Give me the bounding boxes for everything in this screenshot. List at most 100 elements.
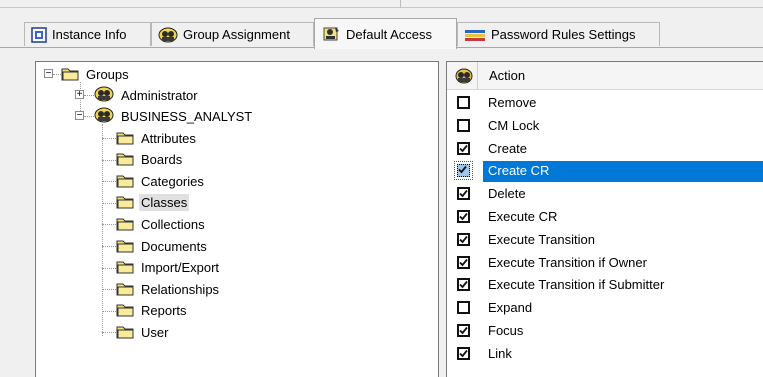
collapse-business-analyst-toggle[interactable]: − — [75, 111, 84, 121]
access-icon — [321, 25, 341, 43]
folder-icon — [61, 65, 79, 84]
top-divider-tick — [400, 0, 401, 8]
tree-connector — [102, 159, 116, 161]
tree-node-attributes[interactable]: Attributes — [116, 128, 198, 148]
expand-administrator-toggle[interactable]: + — [75, 90, 84, 100]
folder-icon — [116, 280, 134, 299]
tree-node-import-export[interactable]: Import/Export — [116, 258, 221, 278]
checked-checkbox[interactable] — [454, 161, 473, 181]
tree-node-relationships[interactable]: Relationships — [116, 279, 221, 299]
checked-checkbox[interactable] — [457, 324, 470, 337]
tree-label: Import/Export — [141, 260, 220, 276]
action-label: Link — [488, 345, 512, 361]
tab-instance-info[interactable]: Instance Info — [24, 22, 151, 46]
groups-tree[interactable]: − Groups + Administrator − BUSINESS_ANAL… — [35, 61, 439, 377]
checked-checkbox[interactable] — [457, 141, 470, 155]
group-icon — [94, 107, 114, 126]
action-label: CM Lock — [488, 117, 540, 133]
tab-label: Group Assignment — [183, 27, 290, 42]
action-label: Execute CR — [488, 209, 558, 224]
tab-label: Password Rules Settings — [491, 27, 636, 42]
tree-connector — [102, 246, 116, 247]
tab-label: Instance Info — [52, 27, 127, 42]
checked-checkbox[interactable] — [457, 210, 470, 223]
instance-info-icon — [31, 26, 47, 43]
tab-group-assignment[interactable]: Group Assignment — [151, 22, 314, 46]
action-label: Create — [488, 140, 528, 156]
folder-icon — [116, 301, 134, 320]
group-icon — [158, 27, 178, 43]
action-label: Expand — [488, 300, 533, 316]
action-list[interactable]: Action Remove CM Lock Create Create CR Delet… — [446, 61, 763, 377]
folder-icon — [116, 129, 134, 148]
action-row-link[interactable]: Link — [447, 343, 763, 365]
checked-checkbox[interactable] — [457, 346, 470, 360]
tree-node-documents[interactable]: Documents — [116, 236, 209, 256]
action-row-execute-transition-if-submitter[interactable]: Execute Transition if Submitter — [447, 274, 763, 296]
tree-node-user[interactable]: User — [116, 322, 170, 342]
tree-node-categories[interactable]: Categories — [116, 171, 206, 191]
tree-node-boards[interactable]: Boards — [116, 150, 184, 170]
tree-node-classes[interactable]: Classes — [116, 193, 190, 213]
unchecked-checkbox[interactable] — [457, 118, 470, 132]
action-row-execute-transition[interactable]: Execute Transition — [447, 229, 763, 251]
tree-connector — [102, 124, 103, 336]
tree-connector — [102, 224, 116, 226]
folder-icon — [116, 237, 134, 256]
checked-checkbox[interactable] — [457, 255, 470, 269]
folder-icon — [116, 172, 134, 191]
tree-label: Collections — [141, 216, 205, 232]
checked-checkbox[interactable] — [457, 232, 470, 246]
column-separator[interactable] — [477, 62, 478, 90]
tree-node-collections[interactable]: Collections — [116, 214, 207, 234]
action-label: Create CR — [488, 163, 550, 179]
tab-default-access[interactable]: Default Access — [314, 18, 457, 49]
tab-password-rules-settings[interactable]: Password Rules Settings — [457, 22, 660, 46]
tree-label: Reports — [141, 303, 187, 319]
action-row-execute-cr[interactable]: Execute CR — [447, 206, 763, 228]
tree-connector — [102, 138, 116, 139]
tree-node-reports[interactable]: Reports — [116, 301, 189, 321]
action-row-expand[interactable]: Expand — [447, 297, 763, 319]
folder-icon — [116, 150, 134, 169]
tree-connector — [102, 202, 116, 204]
action-row-focus[interactable]: Focus — [447, 320, 763, 342]
tree-connector — [84, 116, 94, 117]
action-column-header[interactable]: Action — [489, 68, 525, 83]
tree-label: Documents — [141, 238, 207, 254]
tree-label: Administrator — [121, 87, 198, 103]
action-row-create-cr[interactable]: Create CR — [447, 160, 763, 183]
action-label: Execute Transition if Submitter — [488, 277, 665, 293]
action-row-cm-lock[interactable]: CM Lock — [447, 115, 763, 137]
action-label: Remove — [488, 95, 537, 110]
action-row-delete[interactable]: Delete — [447, 183, 763, 205]
group-icon — [94, 86, 114, 105]
action-row-remove[interactable]: Remove — [447, 92, 763, 114]
tab-label: Default Access — [346, 26, 432, 42]
folder-icon — [116, 258, 134, 277]
unchecked-checkbox[interactable] — [457, 96, 470, 109]
tree-connector — [53, 74, 61, 75]
action-row-execute-transition-if-owner[interactable]: Execute Transition if Owner — [447, 252, 763, 274]
collapse-groups-toggle[interactable]: − — [44, 69, 53, 79]
tree-label: Groups — [86, 66, 129, 82]
group-icon — [455, 68, 473, 87]
action-label: Execute Transition if Owner — [488, 254, 647, 270]
tree-label: Attributes — [141, 130, 196, 146]
checked-checkbox[interactable] — [457, 187, 470, 201]
unchecked-checkbox[interactable] — [457, 301, 470, 315]
checked-checkbox[interactable] — [457, 278, 470, 292]
tree-label: Categories — [141, 173, 204, 189]
folder-icon — [116, 215, 134, 234]
tree-label: Relationships — [141, 281, 220, 297]
action-row-create[interactable]: Create — [447, 138, 763, 160]
list-header: Action — [447, 62, 763, 90]
tree-connector — [102, 310, 116, 312]
tree-label: User — [141, 324, 169, 340]
top-divider — [0, 7, 763, 8]
tree-node-groups[interactable]: Groups — [61, 64, 131, 84]
tree-connector — [102, 332, 116, 334]
tree-node-administrator[interactable]: Administrator — [94, 85, 200, 105]
tree-node-business-analyst[interactable]: BUSINESS_ANALYST — [94, 106, 254, 126]
tree-label: Boards — [141, 152, 183, 168]
